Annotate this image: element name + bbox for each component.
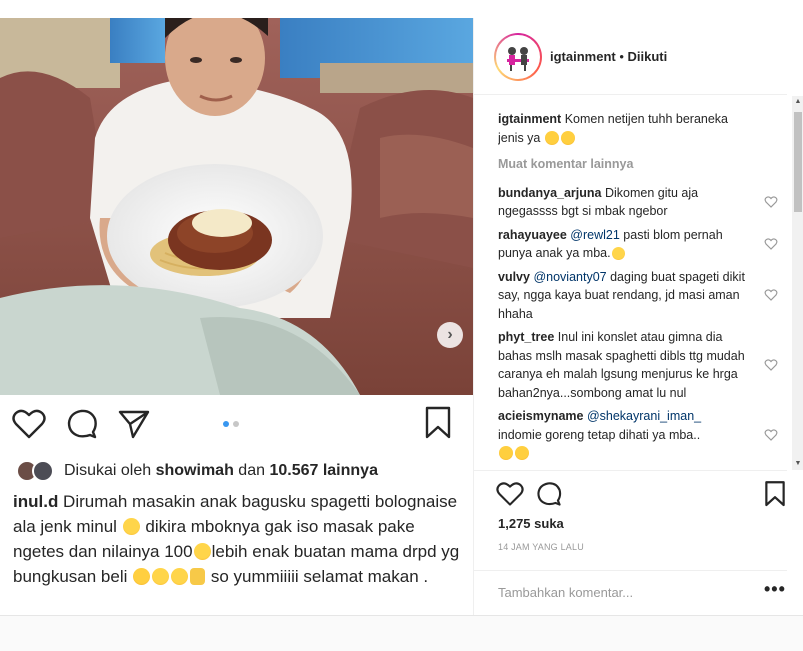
heart-eyes-emoji-icon bbox=[515, 446, 529, 460]
top-strip bbox=[0, 0, 803, 18]
liked-by-row: Disukai oleh showimah dan 10.567 lainnya bbox=[16, 458, 378, 484]
liked-prefix: Disukai oleh bbox=[64, 462, 152, 479]
carousel-dot bbox=[223, 421, 229, 427]
comment-username[interactable]: rahayuayee bbox=[498, 228, 567, 242]
comment-text: indomie goreng tetap dihati ya mba.. bbox=[498, 427, 701, 442]
account-logo-icon bbox=[507, 47, 529, 71]
smiling-emoji-icon bbox=[171, 568, 189, 585]
comment-item: phyt_tree Inul ini konslet atau gimna di… bbox=[498, 328, 778, 402]
right-action-bar bbox=[474, 470, 787, 520]
more-options-button[interactable]: ••• bbox=[764, 579, 786, 600]
comment-username[interactable]: bundanya_arjuna bbox=[498, 186, 602, 200]
follow-status[interactable]: Diikuti bbox=[628, 49, 668, 64]
smiling-emoji-icon bbox=[152, 568, 170, 585]
comment-icon[interactable] bbox=[536, 481, 562, 507]
comment-item: bundanya_arjuna Dikomen gitu aja ngegass… bbox=[498, 184, 778, 221]
comment-username[interactable]: phyt_tree bbox=[498, 330, 554, 344]
comment-username[interactable]: acieismyname bbox=[498, 409, 583, 423]
comment-item: acieismyname @shekayrani_iman_ indomie g… bbox=[498, 407, 778, 463]
add-comment-input[interactable]: Tambahkan komentar... bbox=[498, 585, 633, 600]
carousel-indicator bbox=[223, 421, 239, 427]
comment-like-heart-icon[interactable] bbox=[764, 288, 778, 302]
post-photo[interactable]: › bbox=[0, 18, 473, 395]
comment-like-heart-icon[interactable] bbox=[764, 428, 778, 442]
rofl-emoji-icon bbox=[133, 568, 151, 585]
rofl-emoji-icon bbox=[544, 130, 559, 145]
comment-item: rahayuayee @rewl21 pasti blom pernah pun… bbox=[498, 226, 778, 263]
post-caption: inul.d Dirumah masakin anak bagusku spag… bbox=[13, 489, 463, 589]
carousel-next-button[interactable]: › bbox=[437, 322, 463, 348]
scrollbar-thumb[interactable] bbox=[794, 112, 802, 212]
post-header: igtainment • Diikuti bbox=[474, 18, 787, 95]
load-more-comments-link[interactable]: Muat komentar lainnya bbox=[498, 155, 778, 174]
comment-mention[interactable]: @shekayrani_iman_ bbox=[587, 409, 701, 423]
caption-text: so yummiiiii selamat makan . bbox=[210, 567, 429, 586]
grin-emoji-icon bbox=[611, 247, 625, 260]
avatar bbox=[32, 460, 54, 482]
owner-comment: igtainment Komen netijen tuhh beraneka j… bbox=[498, 110, 778, 147]
comment-icon[interactable] bbox=[66, 408, 98, 440]
scroll-up-arrow-icon[interactable]: ▲ bbox=[792, 96, 803, 108]
instagram-post-window: › Disukai oleh showimah dan 10.567 lainn… bbox=[0, 0, 803, 651]
comment-mention[interactable]: @rewl21 bbox=[570, 228, 620, 242]
heart-icon[interactable] bbox=[496, 481, 524, 507]
liked-count-link[interactable]: 10.567 lainnya bbox=[269, 462, 378, 480]
comments-list: igtainment Komen netijen tuhh beraneka j… bbox=[498, 110, 778, 470]
thumbs-up-emoji-icon bbox=[190, 568, 206, 585]
header-separator: • bbox=[615, 49, 628, 64]
comment-mention[interactable]: @novianty07 bbox=[533, 270, 606, 284]
scroll-down-arrow-icon[interactable]: ▼ bbox=[792, 458, 803, 470]
comment-username[interactable]: vulvy bbox=[498, 270, 530, 284]
avatar[interactable] bbox=[494, 33, 542, 81]
comments-scrollbar[interactable]: ▲ ▼ bbox=[792, 96, 803, 470]
likes-count[interactable]: 1,275 suka bbox=[498, 516, 564, 531]
comment-like-heart-icon[interactable] bbox=[764, 358, 778, 372]
comment-like-heart-icon[interactable] bbox=[764, 195, 778, 209]
heart-icon[interactable] bbox=[12, 408, 46, 440]
comment-item: vulvy @novianty07 daging buat spageti di… bbox=[498, 268, 778, 324]
bookmark-icon[interactable] bbox=[424, 406, 452, 440]
heart-eyes-emoji-icon bbox=[499, 446, 513, 460]
smiling-emoji-icon bbox=[122, 518, 140, 535]
rofl-emoji-icon bbox=[560, 130, 575, 145]
post-timestamp[interactable]: 14 JAM YANG LALU bbox=[498, 542, 584, 552]
photo-illustration bbox=[0, 18, 473, 395]
add-comment-box[interactable]: Tambahkan komentar... ••• bbox=[474, 570, 787, 615]
comment-username[interactable]: igtainment bbox=[498, 112, 561, 126]
bottom-strip bbox=[0, 615, 803, 651]
liked-and: dan bbox=[238, 462, 265, 479]
carousel-dot bbox=[233, 421, 239, 427]
liked-user-link[interactable]: showimah bbox=[156, 462, 234, 480]
grin-sweat-emoji-icon bbox=[193, 543, 211, 560]
bookmark-icon[interactable] bbox=[764, 480, 786, 508]
caption-username[interactable]: inul.d bbox=[13, 492, 58, 511]
post-side-panel: igtainment • Diikuti igtainment Komen ne… bbox=[473, 18, 803, 615]
header-text: igtainment • Diikuti bbox=[550, 49, 667, 64]
header-username[interactable]: igtainment bbox=[550, 49, 616, 64]
comment-like-heart-icon[interactable] bbox=[764, 237, 778, 251]
share-icon[interactable] bbox=[118, 409, 150, 439]
